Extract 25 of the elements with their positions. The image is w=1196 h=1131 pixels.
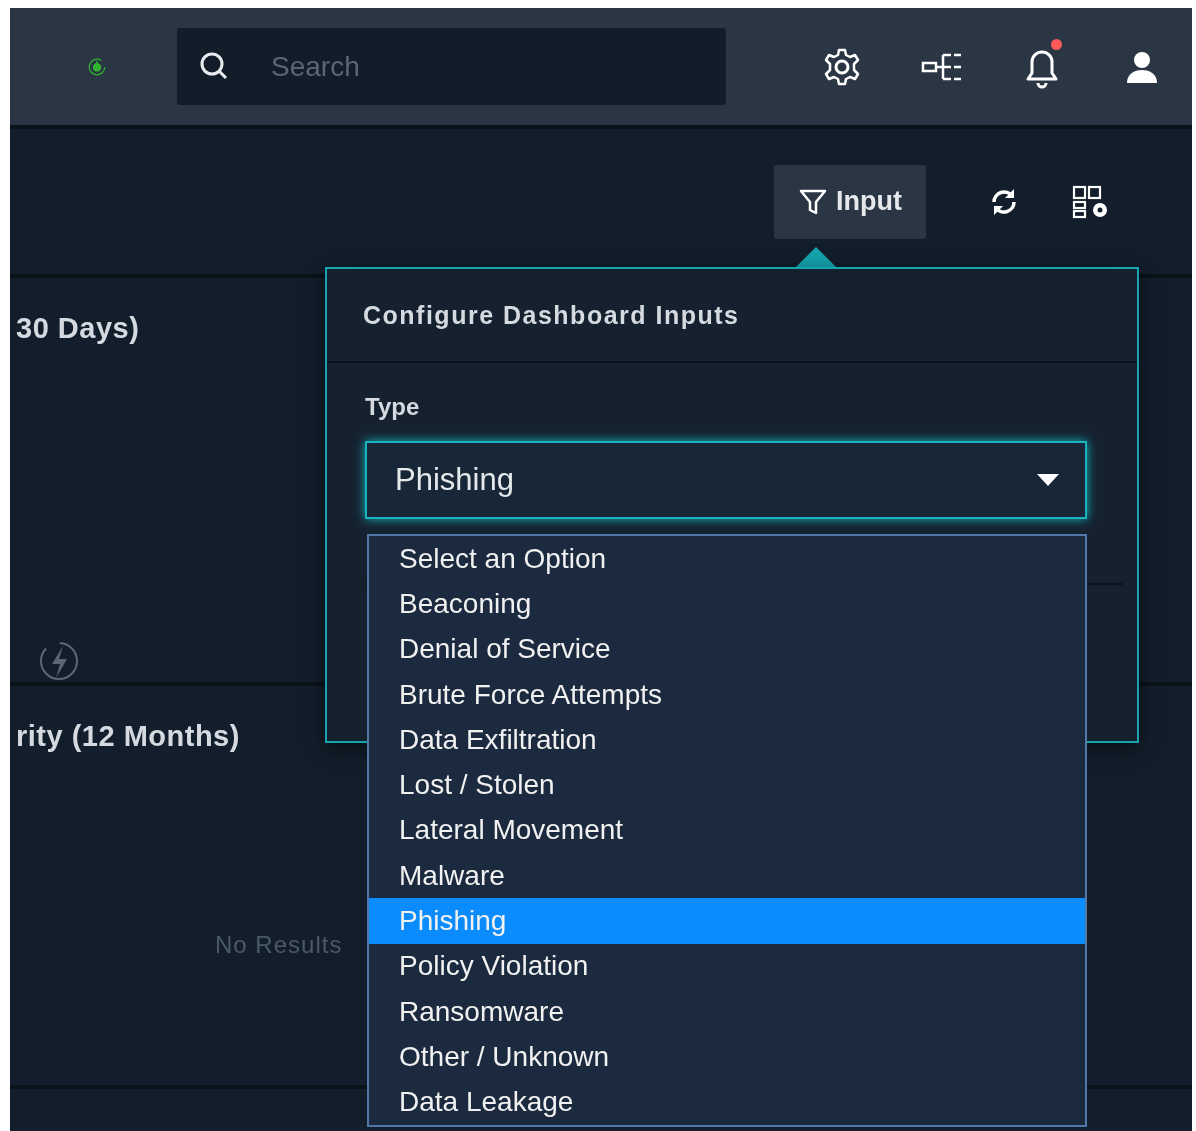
dropdown-option[interactable]: Other / Unknown [369,1034,1085,1080]
bolt-icon [38,640,80,682]
search-icon [199,51,229,81]
settings-icon[interactable] [822,46,862,87]
dropdown-option[interactable]: Malware [369,853,1085,899]
dropdown-option[interactable]: Lateral Movement [369,807,1085,854]
type-select[interactable]: Phishing [365,441,1087,519]
caret-icon [1037,474,1059,486]
dropdown-option[interactable]: Select an Option [369,536,1085,582]
dropdown-option[interactable]: Beaconing [369,581,1085,627]
search-field[interactable]: Search [177,28,726,105]
dropdown-option[interactable]: Denial of Service [369,626,1085,672]
panel-title: rity (12 Months) [16,720,240,753]
hierarchy-icon[interactable] [921,51,963,82]
dropdown-option[interactable]: Policy Violation [369,943,1085,989]
dropdown-option[interactable]: Data Exfiltration [369,717,1085,763]
dropdown-option[interactable]: Brute Force Attempts [369,671,1085,718]
empty-message: No Results [215,931,343,959]
popover-title: Configure Dashboard Inputs [363,300,740,330]
dropdown-option[interactable]: Data Leakage [369,1079,1085,1125]
dropdown-option[interactable]: Ransomware [369,988,1085,1035]
input-filter-button[interactable]: Input [774,164,926,239]
field-label: Type [365,393,421,421]
dropdown-option[interactable]: Lost / Stolen [369,762,1085,808]
panel-title: 30 Days) [16,312,140,345]
